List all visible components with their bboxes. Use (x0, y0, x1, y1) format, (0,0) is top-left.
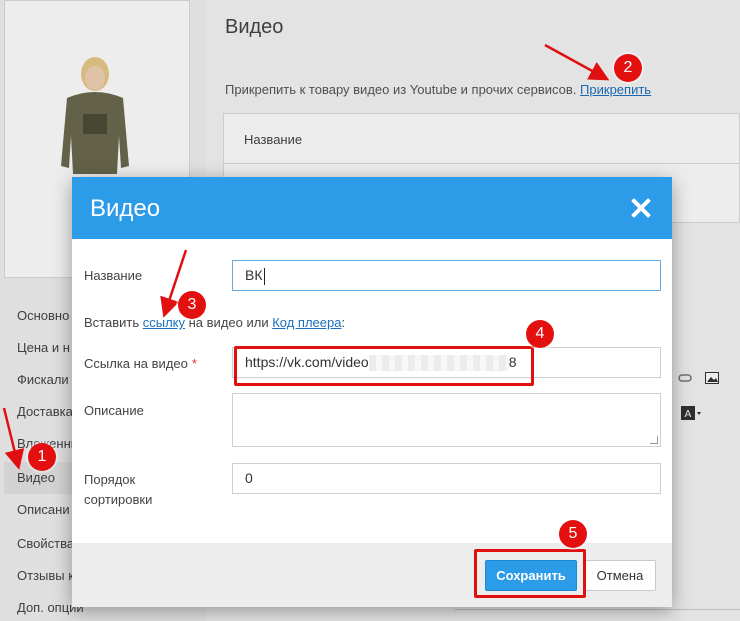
step-marker-3: 3 (178, 291, 206, 319)
step-marker-1: 1 (28, 443, 56, 471)
step-marker-5: 5 (559, 520, 587, 548)
arrow-to-video-tab (2, 407, 25, 470)
step-marker-2: 2 (614, 54, 642, 82)
annotation-arrows (2, 43, 610, 470)
step-marker-4: 4 (526, 320, 554, 348)
arrow-to-attach-link (544, 43, 610, 81)
